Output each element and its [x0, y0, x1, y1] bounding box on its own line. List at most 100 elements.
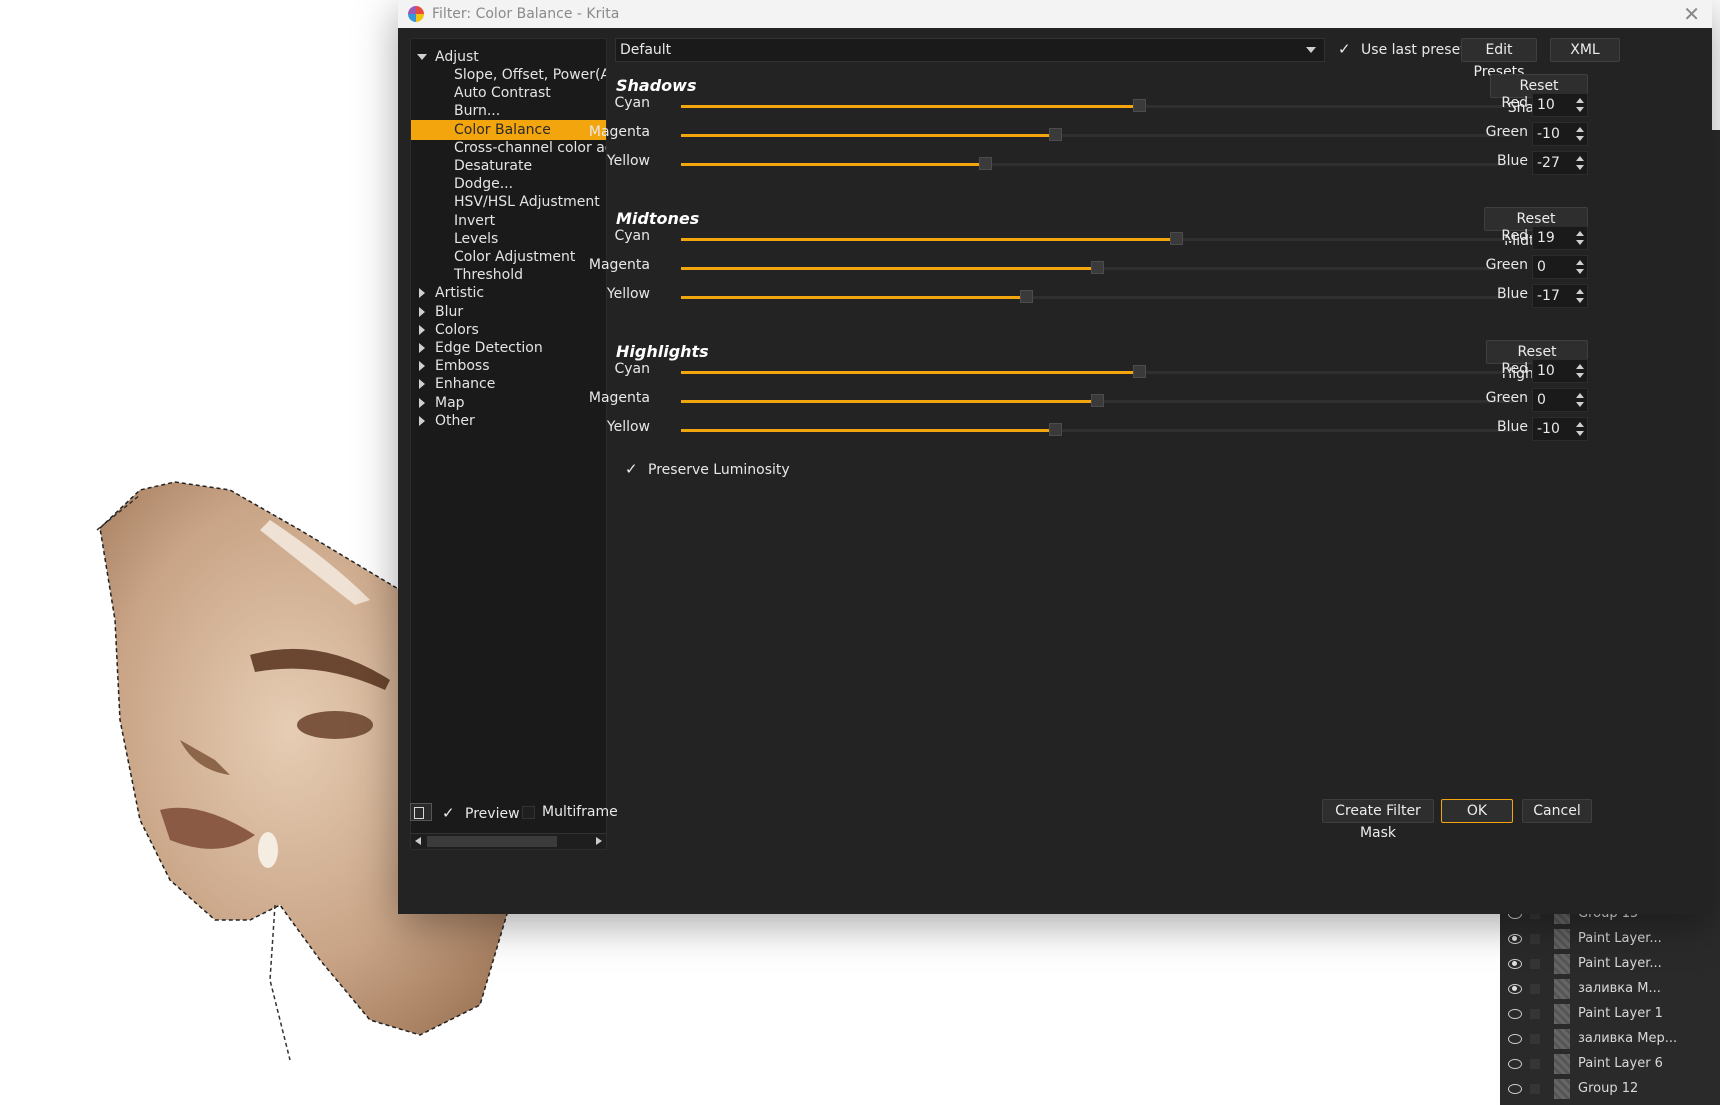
layout-toggle-icon[interactable] — [410, 803, 432, 821]
tree-filter-item[interactable]: Invert — [454, 211, 495, 231]
highlights-cyan-red-slider[interactable] — [681, 365, 1513, 378]
midtones-green-spinbox[interactable]: 0 — [1532, 255, 1588, 279]
spin-down-icon[interactable] — [1576, 240, 1584, 245]
midtones-yellow-blue-slider[interactable] — [681, 290, 1513, 303]
tree-filter-item[interactable]: Auto Contrast — [454, 83, 551, 103]
spin-down-icon[interactable] — [1576, 165, 1584, 170]
shadows-red-spinbox[interactable]: 10 — [1532, 93, 1588, 117]
highlights-yellow-blue-slider[interactable] — [681, 423, 1513, 436]
multiframe-checkbox[interactable] — [522, 806, 535, 819]
shadows-yellow-blue-slider[interactable] — [681, 157, 1513, 170]
tree-filter-item[interactable]: Burn... — [454, 101, 500, 121]
tree-filter-item[interactable]: Desaturate — [454, 156, 532, 176]
shadows-blue-spinbox[interactable]: -27 — [1532, 151, 1588, 175]
spin-up-icon[interactable] — [1576, 98, 1584, 103]
ok-button[interactable]: OK — [1441, 799, 1513, 823]
edit-presets-button[interactable]: Edit Presets — [1461, 38, 1537, 80]
slider-handle[interactable] — [1049, 128, 1063, 141]
tree-category-adjust[interactable]: Adjust — [411, 47, 606, 67]
tree-category-other[interactable]: Other — [411, 411, 606, 431]
preset-select[interactable]: Default — [615, 38, 1325, 62]
spin-up-icon[interactable] — [1576, 393, 1584, 398]
xml-button[interactable]: XML — [1550, 38, 1620, 62]
tree-filter-item[interactable]: Dodge... — [454, 174, 513, 194]
layer-lock-box[interactable] — [1530, 1058, 1540, 1069]
create-filter-mask-button[interactable]: Create Filter Mask — [1322, 799, 1434, 841]
layer-row[interactable]: заливка М... — [1500, 975, 1720, 1002]
tree-filter-item[interactable]: Color Adjustment — [454, 247, 575, 267]
eye-icon[interactable] — [1508, 958, 1522, 969]
tree-filter-item[interactable]: Threshold — [454, 265, 523, 285]
tree-category-enhance[interactable]: Enhance — [411, 374, 606, 394]
layer-lock-box[interactable] — [1530, 1033, 1540, 1044]
highlights-green-spinbox[interactable]: 0 — [1532, 388, 1588, 412]
spin-up-icon[interactable] — [1576, 289, 1584, 294]
slider-handle[interactable] — [1132, 99, 1146, 112]
eye-icon[interactable] — [1508, 933, 1522, 944]
highlights-blue-spinbox[interactable]: -10 — [1532, 417, 1588, 441]
layer-row[interactable]: Paint Layer... — [1500, 950, 1720, 977]
layer-lock-box[interactable] — [1530, 933, 1540, 944]
eye-icon[interactable] — [1508, 1008, 1522, 1019]
layer-row[interactable]: заливка Мер... — [1500, 1025, 1720, 1052]
cancel-button[interactable]: Cancel — [1522, 799, 1592, 823]
slider-handle[interactable] — [1020, 290, 1034, 303]
spin-up-icon[interactable] — [1576, 260, 1584, 265]
layer-row[interactable]: Paint Layer 6 — [1500, 1050, 1720, 1077]
layer-lock-box[interactable] — [1530, 1083, 1540, 1094]
scroll-right-icon[interactable] — [596, 837, 602, 845]
slider-handle[interactable] — [1091, 394, 1104, 407]
spin-down-icon[interactable] — [1576, 269, 1584, 274]
layer-row[interactable]: Paint Layer 1 — [1500, 1000, 1720, 1027]
spin-down-icon[interactable] — [1576, 373, 1584, 378]
eye-icon[interactable] — [1508, 1058, 1522, 1069]
shadows-cyan-red-slider[interactable] — [681, 99, 1513, 112]
tree-category-emboss[interactable]: Emboss — [411, 356, 606, 376]
spin-down-icon[interactable] — [1576, 107, 1584, 112]
highlights-magenta-green-slider[interactable] — [681, 394, 1513, 407]
layer-row[interactable]: Group 12 — [1500, 1075, 1720, 1102]
slider-handle[interactable] — [1170, 232, 1184, 245]
tree-horizontal-scrollbar[interactable] — [411, 833, 606, 849]
tree-filter-item[interactable]: Slope, Offset, Power(AS — [454, 65, 606, 85]
spin-down-icon[interactable] — [1576, 136, 1584, 141]
highlights-red-spinbox[interactable]: 10 — [1532, 359, 1588, 383]
spin-up-icon[interactable] — [1576, 156, 1584, 161]
tree-category-colors[interactable]: Colors — [411, 320, 606, 340]
tree-filter-item[interactable]: HSV/HSL Adjustment — [454, 192, 600, 212]
preview-checkbox[interactable]: ✓ Preview — [442, 804, 520, 822]
spin-down-icon[interactable] — [1576, 431, 1584, 436]
slider-handle[interactable] — [978, 157, 992, 170]
layer-row[interactable]: Paint Layer... — [1500, 925, 1720, 952]
tree-filter-item[interactable]: Levels — [454, 229, 498, 249]
preserve-luminosity-checkbox[interactable]: ✓ Preserve Luminosity — [625, 460, 790, 478]
tree-category-artistic[interactable]: Artistic — [411, 283, 606, 303]
midtones-blue-spinbox[interactable]: -17 — [1532, 284, 1588, 308]
tree-category-map[interactable]: Map — [411, 393, 606, 413]
shadows-magenta-green-slider[interactable] — [681, 128, 1513, 141]
slider-handle[interactable] — [1049, 423, 1063, 436]
spin-up-icon[interactable] — [1576, 364, 1584, 369]
scroll-thumb[interactable] — [427, 836, 557, 847]
close-icon[interactable]: ✕ — [1683, 2, 1700, 26]
tree-category-edge-detection[interactable]: Edge Detection — [411, 338, 606, 358]
use-last-preset-checkbox[interactable]: ✓ Use last preset — [1338, 40, 1466, 58]
tree-category-blur[interactable]: Blur — [411, 302, 606, 322]
midtones-magenta-green-slider[interactable] — [681, 261, 1513, 274]
slider-handle[interactable] — [1132, 365, 1146, 378]
shadows-green-spinbox[interactable]: -10 — [1532, 122, 1588, 146]
scroll-left-icon[interactable] — [415, 837, 421, 845]
layer-lock-box[interactable] — [1530, 958, 1540, 969]
tree-filter-item[interactable]: Color Balance — [411, 119, 606, 140]
spin-up-icon[interactable] — [1576, 231, 1584, 236]
spin-up-icon[interactable] — [1576, 127, 1584, 132]
eye-icon[interactable] — [1508, 983, 1522, 994]
layer-lock-box[interactable] — [1530, 983, 1540, 994]
eye-icon[interactable] — [1508, 1083, 1522, 1094]
spin-down-icon[interactable] — [1576, 402, 1584, 407]
eye-icon[interactable] — [1508, 1033, 1522, 1044]
spin-down-icon[interactable] — [1576, 298, 1584, 303]
spin-up-icon[interactable] — [1576, 422, 1584, 427]
midtones-cyan-red-slider[interactable] — [681, 232, 1513, 245]
slider-handle[interactable] — [1091, 261, 1104, 274]
